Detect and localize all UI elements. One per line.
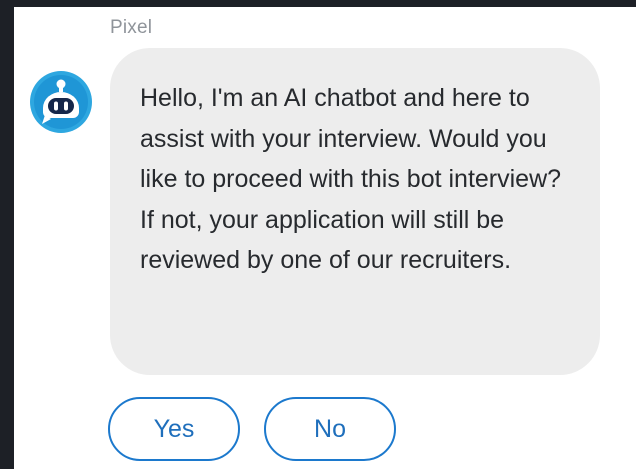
- robot-icon: [29, 70, 93, 134]
- chat-panel: Pixel Hello, I'm an AI chatbot and here …: [14, 7, 636, 469]
- message-text: Hello, I'm an AI chatbot and here to ass…: [140, 84, 562, 274]
- no-button[interactable]: No: [264, 397, 396, 461]
- message-bubble: Hello, I'm an AI chatbot and here to ass…: [110, 48, 600, 375]
- sender-name: Pixel: [110, 17, 153, 38]
- yes-button[interactable]: Yes: [108, 397, 240, 461]
